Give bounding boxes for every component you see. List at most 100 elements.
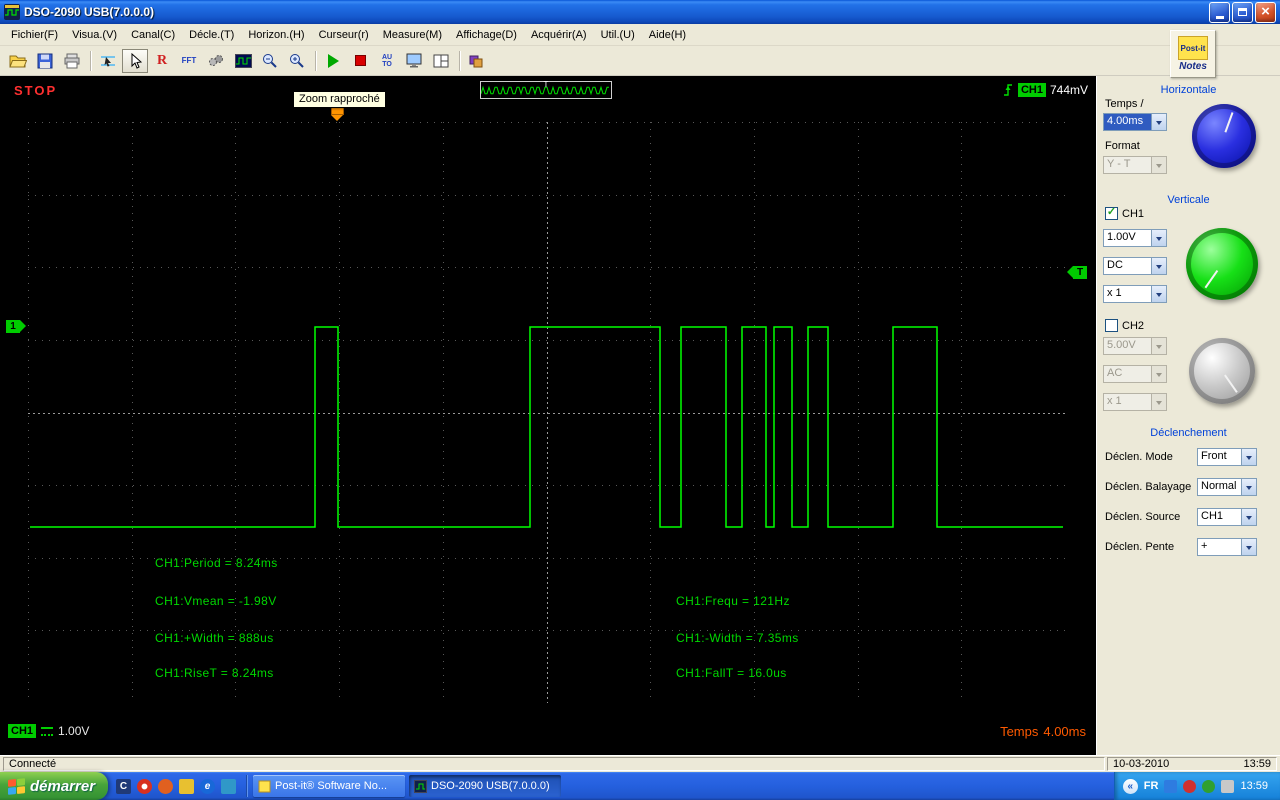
menu-canal[interactable]: Canal(C) [124,27,182,43]
quicklaunch-icon-2[interactable] [137,778,152,794]
ch2-label: CH2 [1122,320,1145,332]
run-button[interactable] [320,49,346,73]
quicklaunch-icon-1[interactable]: C [116,778,131,794]
zoom-in-button[interactable] [284,49,310,73]
time-per-div-select[interactable]: 4.00ms [1103,113,1167,131]
quicklaunch-icon-3[interactable] [158,778,173,794]
trigger-slope-select[interactable]: + [1197,538,1257,556]
postit-notes-label: Notes [1179,61,1207,72]
trigger-channel-badge: CH1 [1017,83,1046,97]
quicklaunch-ie-icon[interactable]: e [200,778,215,794]
waveform-display-button[interactable] [230,49,256,73]
chevron-down-icon [1151,157,1166,173]
menu-acquerir[interactable]: Acquérir(A) [524,27,594,43]
gears-icon [209,54,223,66]
menu-decle[interactable]: Décle.(T) [182,27,241,43]
section-vertical: Verticale [1167,194,1210,206]
knob-pointer [1183,95,1265,177]
horizontal-knob[interactable] [1192,104,1256,168]
r-icon: R [156,52,168,68]
measurement-pwidth: CH1:+Width = 888us [155,631,274,645]
chevron-down-icon[interactable] [1241,479,1256,495]
print-button[interactable] [59,49,85,73]
tray-collapse-button[interactable]: « [1122,778,1138,794]
dc-coupling-icon [41,726,54,736]
postit-label: Post-it [1180,43,1206,53]
measurement-freq: CH1:Frequ = 121Hz [676,594,790,608]
ch1-position-knob[interactable] [1186,228,1258,300]
fft-icon: FFT [181,56,197,65]
menu-fichier[interactable]: Fichier(F) [4,27,65,43]
app-icon [4,4,20,20]
trigger-mode-select[interactable]: Front [1197,448,1257,466]
ch1-ground-marker[interactable]: 1 [6,320,26,333]
ch2-position-knob[interactable] [1189,338,1255,404]
gear-button[interactable] [203,49,229,73]
menu-curseur[interactable]: Curseur(r) [312,27,376,43]
chevron-down-icon[interactable] [1151,286,1166,302]
menu-util[interactable]: Util.(U) [594,27,642,43]
ch2-coupling-select: AC [1103,365,1167,383]
options-button[interactable] [464,49,490,73]
window-layout-button[interactable] [428,49,454,73]
minimize-button[interactable] [1209,1,1230,23]
quicklaunch-icon-6[interactable] [221,778,236,794]
chevron-down-icon[interactable] [1241,449,1256,465]
ch2-checkbox[interactable] [1105,319,1118,332]
fft-button[interactable]: FFT [176,49,202,73]
auto-set-button[interactable]: AU TO [374,49,400,73]
open-button[interactable] [5,49,31,73]
menu-aide[interactable]: Aide(H) [642,27,693,43]
scope-area: STOP T CH1 744mV Zoom rapproché 1 T CH1:… [0,76,1096,755]
close-button[interactable]: × [1255,1,1276,23]
ch1-volt-select[interactable]: 1.00V [1103,229,1167,247]
ch2-volt-select: 5.00V [1103,337,1167,355]
ch1-checkbox[interactable] [1105,207,1118,220]
trigger-mode-row: Déclen. Mode Front [1097,448,1276,468]
chevron-down-icon[interactable] [1241,509,1256,525]
tooltip: Zoom rapproché [293,91,386,108]
menu-visua[interactable]: Visua.(V) [65,27,124,43]
maximize-button[interactable] [1232,1,1253,23]
menu-horizon[interactable]: Horizon.(H) [241,27,311,43]
folder-icon [9,55,27,67]
system-tray: « FR 13:59 [1113,772,1280,800]
save-button[interactable] [32,49,58,73]
chevron-down-icon[interactable] [1151,230,1166,246]
tray-network-icon[interactable] [1164,779,1178,793]
floppy-icon [37,53,53,68]
trigger-source-label: Déclen. Source [1105,511,1181,523]
trigger-level-value: 744mV [1049,83,1088,97]
tray-alert-icon[interactable] [1183,779,1197,793]
postit-notes-button[interactable]: Post-it Notes [1170,30,1216,78]
pointer-button[interactable] [122,48,148,73]
trigger-sweep-select[interactable]: Normal [1197,478,1257,496]
printer-icon [64,53,80,68]
display-button[interactable] [401,49,427,73]
ch1-probe-select[interactable]: x 1 [1103,285,1167,303]
task-dso[interactable]: DSO-2090 USB(7.0.0.0) [409,775,561,797]
measure-cursor-button[interactable] [95,49,121,73]
start-button[interactable]: démarrer [0,772,108,800]
tray-volume-icon[interactable] [1221,779,1235,793]
chevron-down-icon[interactable] [1151,258,1166,274]
menu-affichage[interactable]: Affichage(D) [449,27,524,43]
record-preview[interactable]: T [480,81,612,99]
menu-measure[interactable]: Measure(M) [376,27,449,43]
refresh-r-button[interactable]: R [149,49,175,73]
chevron-down-icon[interactable] [1151,114,1166,130]
windows-logo-icon [8,777,25,795]
trigger-mode-label: Déclen. Mode [1105,451,1173,463]
trigger-source-select[interactable]: CH1 [1197,508,1257,526]
ch1-coupling-select[interactable]: DC [1103,257,1167,275]
tray-status-icon[interactable] [1202,779,1216,793]
stop-button[interactable] [347,49,373,73]
trigger-level-marker[interactable]: T [1067,266,1087,279]
quicklaunch-icon-4[interactable] [179,778,194,794]
chevron-down-icon[interactable] [1241,539,1256,555]
menubar: Fichier(F) Visua.(V) Canal(C) Décle.(T) … [0,24,1280,46]
zoom-out-button[interactable] [257,49,283,73]
task-postit[interactable]: Post-it® Software No... [253,775,405,797]
trigger-sweep-row: Déclen. Balayage Normal [1097,478,1276,498]
language-indicator[interactable]: FR [1144,780,1159,792]
